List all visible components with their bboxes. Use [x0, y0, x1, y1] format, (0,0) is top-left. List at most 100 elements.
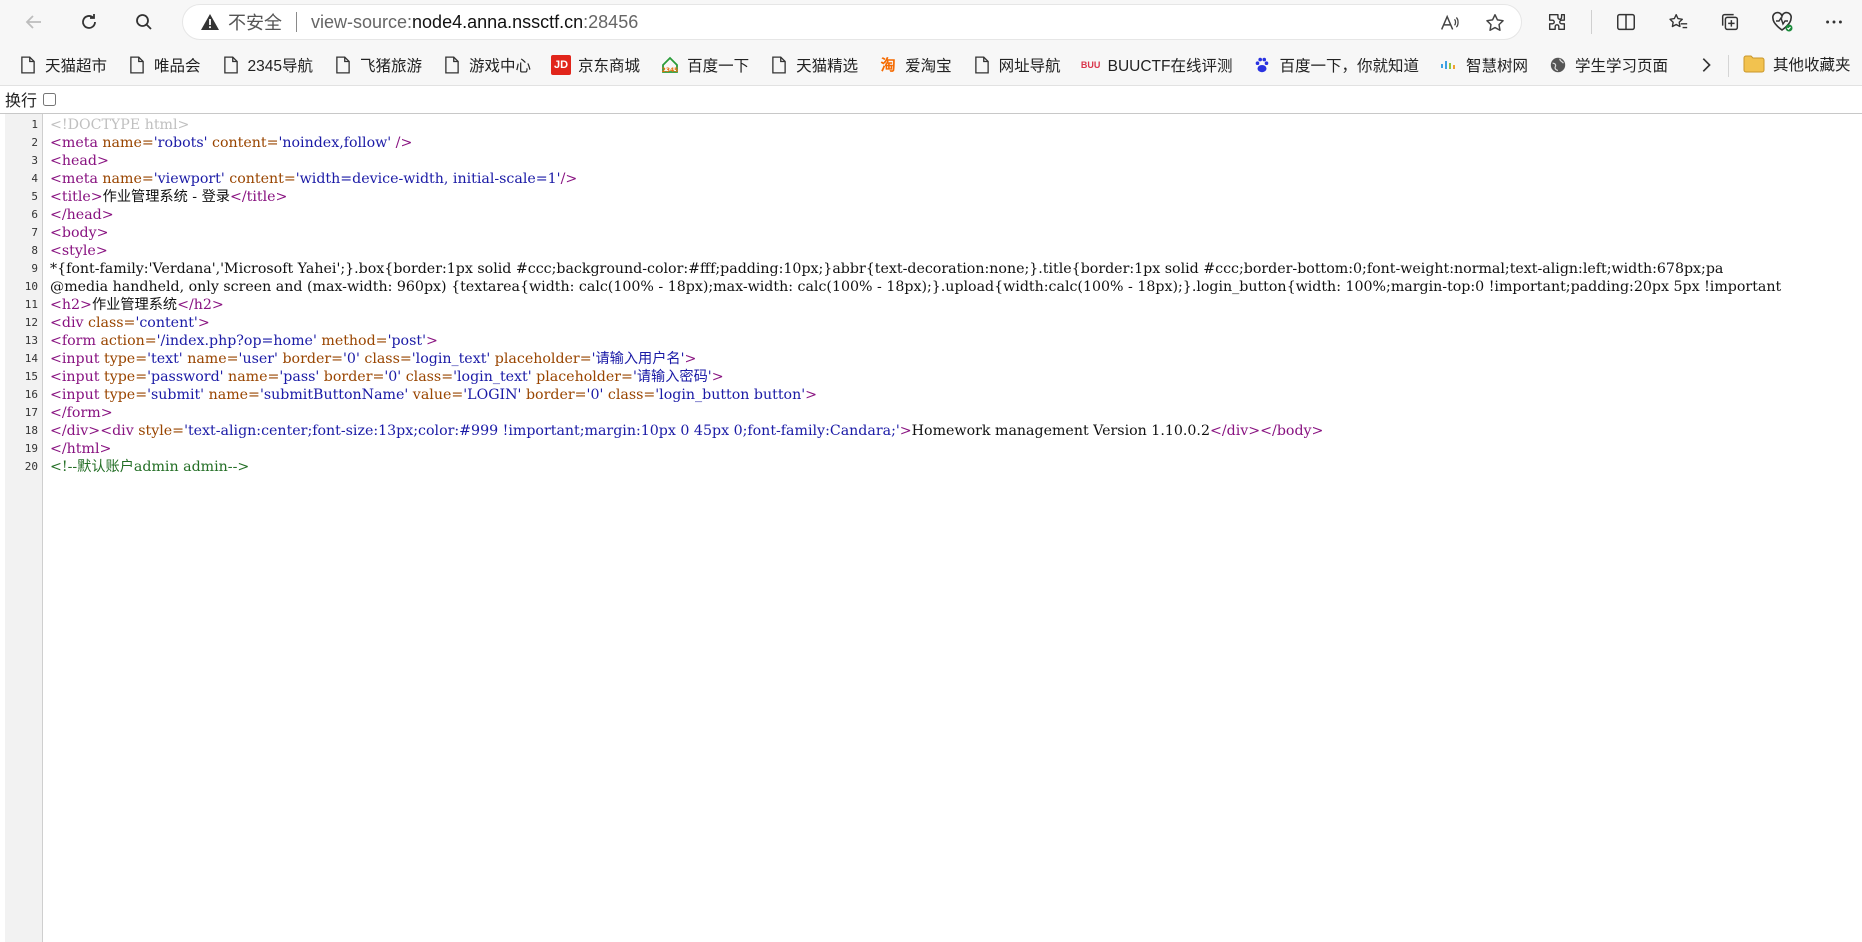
code-token-attr: name=	[102, 135, 154, 151]
code-token-tag: />	[391, 135, 413, 151]
address-bar[interactable]: 不安全 view-source:node4.anna.nssctf.cn:284…	[182, 4, 1522, 40]
url-host: node4.anna.nssctf.cn	[412, 11, 584, 32]
zhihuishu-icon	[1439, 55, 1459, 75]
bookmark-label: 百度一下，你就知道	[1279, 57, 1419, 75]
url-port: :28456	[583, 11, 639, 32]
url-text[interactable]: view-source:node4.anna.nssctf.cn:28456	[311, 12, 638, 33]
insecure-label[interactable]: 不安全	[228, 9, 282, 35]
more-options-icon[interactable]	[1820, 8, 1848, 36]
line-code: </head>	[50, 206, 114, 224]
code-token-val: 'text'	[147, 351, 183, 367]
code-token-attr: placeholder=	[490, 351, 592, 367]
code-token-val: 'submitButtonName'	[259, 387, 409, 403]
code-token-val: 'login_button button'	[655, 387, 806, 403]
bookmark-label: 智慧树网	[1466, 57, 1529, 75]
bookmark-url-nav[interactable]: 网址导航	[972, 54, 1061, 76]
line-number: 20	[24, 460, 38, 473]
extensions-icon[interactable]	[1543, 8, 1571, 36]
code-token-val: '0'	[343, 351, 360, 367]
page-icon	[442, 55, 462, 75]
bookmark-label: 天猫超市	[45, 57, 108, 75]
line-number: 10	[24, 280, 38, 293]
code-token-tag: </form>	[50, 405, 113, 421]
bookmark-baidu-2345[interactable]: 2345 百度一下	[660, 54, 749, 76]
code-token-val: 'text-align:center;font-size:13px;color:…	[184, 423, 900, 439]
code-token-tag: <head>	[50, 153, 109, 169]
code-token-tag: >	[805, 387, 818, 403]
globe-icon	[1548, 55, 1568, 75]
favorite-star-icon[interactable]	[1483, 11, 1507, 35]
code-token-attr: content=	[207, 135, 279, 151]
bookmark-2345[interactable]: 2345导航	[221, 54, 313, 76]
bookmarks-overflow-chevron-icon[interactable]	[1694, 53, 1718, 77]
page-icon	[769, 55, 789, 75]
code-token-doctype: <!DOCTYPE html>	[50, 117, 190, 133]
code-token-tag: </h2>	[177, 297, 224, 313]
bookmark-label: 游戏中心	[469, 57, 532, 75]
line-code: </form>	[50, 404, 113, 422]
warning-icon[interactable]	[200, 12, 220, 32]
bookmarks-divider	[1728, 55, 1729, 77]
bookmark-buuctf[interactable]: BUU BUUCTF在线评测	[1081, 54, 1233, 76]
toolbar-divider	[1591, 10, 1592, 34]
source-lines: 1 <!DOCTYPE html> 2 <meta name='robots' con…	[0, 116, 1862, 476]
code-token-tag: <style>	[50, 243, 108, 259]
source-line: 20 <!--默认账户admin admin-->	[0, 458, 1862, 476]
address-separator	[296, 12, 297, 32]
code-token-val: 'password'	[147, 369, 224, 385]
bookmark-label: 2345导航	[247, 57, 314, 75]
page-icon	[972, 55, 992, 75]
code-token-val: '请输入密码'	[632, 369, 712, 385]
collections-icon[interactable]	[1716, 8, 1744, 36]
code-token-val: 'viewport'	[153, 171, 225, 187]
code-token-attr: name=	[182, 351, 239, 367]
code-token-val: '/index.php?op=home'	[156, 333, 317, 349]
code-token-tag: <div	[50, 315, 89, 331]
bookmark-jd[interactable]: JD 京东商城	[551, 54, 640, 76]
bookmark-student-page[interactable]: 学生学习页面	[1548, 54, 1668, 76]
bookmark-baidu[interactable]: 百度一下，你就知道	[1252, 54, 1419, 76]
bookmark-label: 爱淘宝	[905, 57, 952, 75]
bookmark-fliggy[interactable]: 飞猪旅游	[333, 54, 422, 76]
line-number: 19	[24, 442, 38, 455]
code-token-val: 'post'	[387, 333, 426, 349]
code-token-val: 'login_text'	[411, 351, 491, 367]
line-number: 5	[31, 190, 38, 203]
split-screen-icon[interactable]	[1612, 8, 1640, 36]
browser-essentials-icon[interactable]	[1768, 8, 1796, 36]
code-token-attr: name=	[223, 369, 280, 385]
bookmark-tmall-select[interactable]: 天猫精选	[769, 54, 858, 76]
line-code: <title>作业管理系统 - 登录</title>	[50, 188, 287, 206]
source-line: 7 <body>	[0, 224, 1862, 242]
bookmark-game-center[interactable]: 游戏中心	[442, 54, 531, 76]
code-token-text: *{font-family:'Verdana','Microsoft Yahei…	[50, 261, 1724, 277]
buuctf-icon: BUU	[1080, 59, 1101, 70]
bookmark-tmall-supermarket[interactable]: 天猫超市	[18, 54, 107, 76]
code-token-val: 'robots'	[153, 135, 208, 151]
code-token-tag: </title>	[229, 189, 288, 205]
line-number: 15	[24, 370, 38, 383]
read-aloud-icon[interactable]	[1437, 11, 1461, 35]
page-icon	[333, 55, 353, 75]
line-code: *{font-family:'Verdana','Microsoft Yahei…	[50, 260, 1723, 278]
bookmark-aitaobao[interactable]: 淘 爱淘宝	[878, 54, 952, 76]
line-number: 4	[31, 172, 38, 185]
search-button[interactable]	[128, 6, 160, 38]
reload-icon	[82, 14, 96, 29]
reload-button[interactable]	[73, 6, 105, 38]
code-token-val: 'LOGIN'	[463, 387, 522, 403]
code-token-tag: <form	[50, 333, 101, 349]
back-button[interactable]	[18, 6, 50, 38]
2345-icon: 2345	[660, 55, 680, 75]
code-token-comment: <!--默认账户admin admin-->	[50, 459, 250, 475]
other-bookmarks-folder[interactable]: 其他收藏夹	[1743, 53, 1851, 75]
code-token-tag: >	[197, 315, 210, 331]
code-token-attr: content=	[224, 171, 296, 187]
line-code: @media handheld, only screen and (max-wi…	[50, 278, 1781, 296]
code-token-val: '请输入用户名'	[591, 351, 685, 367]
bookmark-vipshop[interactable]: 唯品会	[127, 54, 201, 76]
line-wrap-checkbox[interactable]	[43, 92, 57, 106]
bookmark-zhihuishu[interactable]: 智慧树网	[1439, 54, 1528, 76]
favorites-icon[interactable]	[1664, 8, 1692, 36]
line-wrap-toggle[interactable]: 换行	[5, 88, 57, 110]
